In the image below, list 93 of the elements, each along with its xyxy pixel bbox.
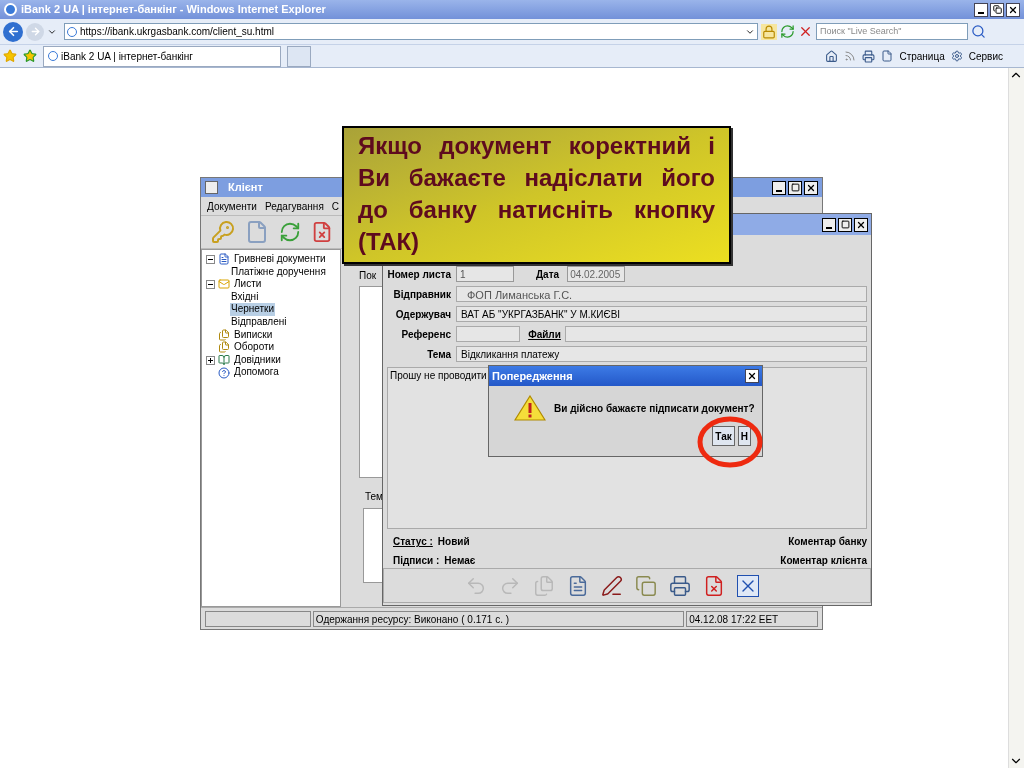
tree-toggle[interactable] <box>206 280 215 289</box>
status-value: Новий <box>437 535 470 550</box>
close-icon <box>806 182 816 193</box>
close-button[interactable] <box>1006 2 1020 17</box>
menu-item[interactable]: С <box>331 198 340 214</box>
field-label: Відправник <box>392 287 451 302</box>
files-link[interactable]: Файли <box>526 326 563 342</box>
browser-icon <box>4 3 17 16</box>
tree-item[interactable]: Допомога <box>233 366 280 379</box>
address-field[interactable]: https://ibank.ukrgasbank.com/client_su.html <box>64 23 758 40</box>
help-icon <box>218 366 230 379</box>
field-label: Тема <box>426 347 451 362</box>
feed-icon[interactable] <box>844 50 857 62</box>
tree-toggle[interactable] <box>206 355 215 365</box>
tree-item[interactable]: Виписки <box>233 328 274 342</box>
dialog-message: Ви дійсно бажаєте підписати документ? <box>554 401 755 416</box>
comment-label: Коментар клієнта <box>780 554 867 569</box>
pane-label: Пок <box>359 269 377 283</box>
forward-arrow-icon <box>29 26 41 37</box>
warning-icon <box>514 395 546 421</box>
back-arrow-icon <box>6 25 20 38</box>
envelope-icon <box>218 278 230 291</box>
highlight-circle <box>697 416 763 468</box>
tree-item[interactable]: Відправлені <box>230 315 288 329</box>
tree-item[interactable]: Гривневі документи <box>233 253 327 266</box>
tree-item[interactable]: Чернетки <box>230 303 276 316</box>
page-icon <box>881 50 894 62</box>
minimize-button[interactable] <box>822 217 836 232</box>
field-label: Референс <box>400 327 451 342</box>
close-button[interactable] <box>804 180 818 195</box>
search-field[interactable]: Поиск "Live Search" <box>816 23 968 40</box>
date-field[interactable]: 04.02.2005 <box>567 266 626 283</box>
status-time: 04.12.08 17:22 EET <box>686 610 818 627</box>
dialog-button[interactable]: Н <box>737 426 751 446</box>
field-label: Одержувач <box>394 307 451 322</box>
comment-label: Коментар банку <box>788 535 867 550</box>
page-menu[interactable]: Страница <box>899 48 945 64</box>
status-label[interactable]: Статус : <box>393 534 433 550</box>
refresh-icon[interactable] <box>780 24 795 39</box>
status-message: Одержання ресурсу: Виконано ( 0.171 с. ) <box>312 610 685 627</box>
back-button[interactable] <box>3 21 23 42</box>
status-label: Підписи : <box>393 554 440 569</box>
search-icon[interactable] <box>971 24 986 39</box>
status-value: Немає <box>444 554 476 569</box>
tree-item[interactable]: Листи <box>233 278 263 291</box>
close-button[interactable] <box>745 369 759 383</box>
scrollbar[interactable] <box>1008 68 1024 768</box>
text-field[interactable]: ВАТ АБ "УКРГАЗБАНК" У М.КИЄВІ <box>456 306 867 323</box>
browser-tab[interactable]: iBank 2 UA | інтернет-банкінг <box>43 45 281 67</box>
text-field[interactable]: Відкликання платежу <box>456 346 867 363</box>
tree-item[interactable]: Обороти <box>233 341 276 354</box>
restore-icon <box>992 5 1002 14</box>
tree-toggle[interactable] <box>206 254 215 264</box>
minimize-button[interactable] <box>772 180 786 195</box>
files-field[interactable] <box>565 326 867 343</box>
delete-icon[interactable] <box>311 221 333 243</box>
maximize-button[interactable] <box>838 217 852 232</box>
field-label: Номер листа <box>387 267 451 282</box>
tools-menu[interactable]: Сервис <box>968 48 1003 64</box>
close-icon <box>856 219 866 230</box>
book-icon <box>218 354 230 367</box>
text-field[interactable]: ФОП Лиманська Г.С. <box>456 286 867 303</box>
home-icon[interactable] <box>825 49 839 63</box>
field-label: Дата <box>536 267 560 282</box>
maximize-button[interactable] <box>788 180 802 195</box>
print-icon[interactable] <box>862 49 876 63</box>
menu-item[interactable]: Документи <box>207 198 257 214</box>
reference-field[interactable] <box>456 326 520 343</box>
tree-item[interactable]: Довідники <box>233 353 282 367</box>
star-add-icon[interactable] <box>23 49 37 63</box>
maximize-icon <box>840 220 850 230</box>
maximize-icon <box>790 183 800 192</box>
lock-icon[interactable] <box>761 23 777 40</box>
app-icon <box>205 181 218 194</box>
minimize-button[interactable] <box>974 2 988 17</box>
restore-button[interactable] <box>990 2 1004 17</box>
stop-icon[interactable] <box>798 24 813 39</box>
dialog-button[interactable]: Так <box>712 426 735 446</box>
tree-item[interactable]: Платіжне доручення <box>230 265 327 279</box>
window-title: iBank 2 UA | інтернет-банкінг - Windows Internet Explorer <box>21 2 326 18</box>
number-field[interactable]: 1 <box>456 266 514 283</box>
dialog-title-bar: Попередження <box>489 366 762 386</box>
close-button[interactable] <box>854 217 868 232</box>
menu-item[interactable]: Редагування <box>264 198 324 214</box>
close-icon <box>1008 4 1018 15</box>
star-icon[interactable] <box>3 49 17 63</box>
pane-label: Тем <box>365 490 383 504</box>
documents-icon <box>218 328 230 341</box>
document-icon <box>218 253 230 266</box>
close-icon[interactable] <box>735 572 761 599</box>
documents-icon <box>218 341 230 354</box>
tree-item[interactable]: Вхідні <box>230 290 260 304</box>
settings-icon[interactable] <box>950 50 963 62</box>
